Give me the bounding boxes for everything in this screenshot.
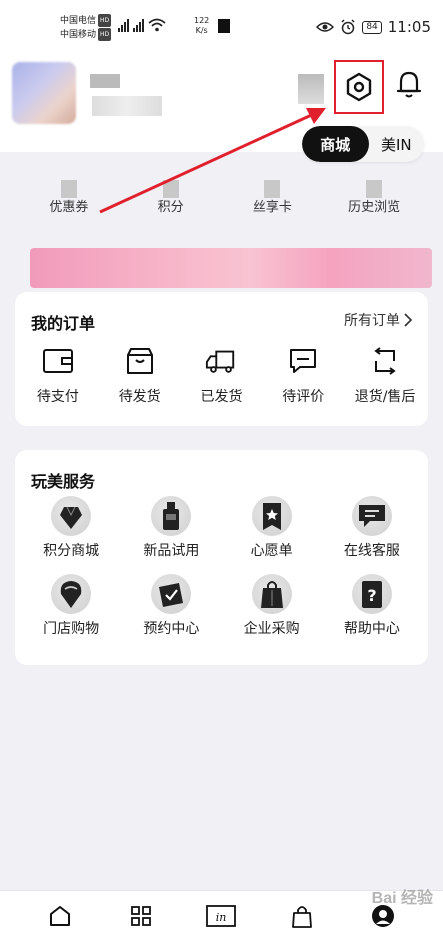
service-new-trial[interactable]: 新品试用 (121, 496, 221, 560)
carrier-info: 中国电信 HD 中国移动 HD (60, 14, 112, 42)
stats-row: 优惠券 积分 丝享卡 历史浏览 (0, 174, 443, 226)
right-status: 84 11:05 (316, 18, 431, 36)
nav-home[interactable] (38, 894, 82, 938)
in-icon: in (206, 904, 237, 927)
signal-icons (118, 18, 166, 32)
order-pending-payment[interactable]: 待支付 (18, 346, 98, 406)
svg-text:in: in (216, 911, 227, 924)
services-card: 玩美服务 积分商城 新品试用 心愿单 在线客服 门店购物 预约中心 企业采购 ?… (15, 450, 428, 665)
signal-2-icon (133, 19, 144, 32)
nav-cart[interactable] (280, 894, 324, 938)
order-status-row: 待支付 待发货 已发货 待评价 退货/售后 (15, 346, 428, 406)
watermark: Bai 经验 (371, 890, 433, 907)
avatar[interactable] (12, 62, 76, 124)
comment-icon (290, 349, 317, 373)
category-grid-icon (130, 905, 151, 926)
store-pin-icon (60, 581, 82, 608)
carrier-2: 中国移动 (60, 30, 97, 40)
carrier-1: 中国电信 (60, 16, 97, 26)
service-help-center[interactable]: ? 帮助中心 (322, 574, 422, 638)
services-title: 玩美服务 (31, 472, 96, 491)
wishlist-star-icon (262, 503, 281, 530)
appointment-icon (159, 583, 184, 607)
orders-title: 我的订单 (31, 314, 96, 333)
order-returns[interactable]: 退货/售后 (345, 346, 425, 406)
order-pending-ship[interactable]: 待发货 (100, 346, 180, 406)
service-store-shopping[interactable]: 门店购物 (21, 574, 121, 638)
orders-card: 我的订单 所有订单 待支付 待发货 已发货 待评价 退货/售后 (15, 292, 428, 426)
net-speed: 122 K/s (194, 16, 210, 35)
wifi-icon (148, 18, 166, 32)
all-orders-label: 所有订单 (344, 313, 400, 329)
stat-coupons[interactable]: 优惠券 (24, 174, 114, 226)
help-icon: ? (361, 581, 382, 608)
signal-1-icon (118, 19, 129, 32)
all-orders-link[interactable]: 所有订单 (344, 310, 412, 330)
nav-category[interactable] (119, 894, 163, 938)
mall-toggle: 商城 美IN (302, 126, 424, 162)
eye-icon (316, 22, 335, 32)
carrier-2-tag: HD (98, 28, 112, 41)
shopping-bag-icon (260, 581, 283, 608)
service-points-mall[interactable]: 积分商城 (21, 496, 121, 560)
return-icon (374, 347, 396, 375)
home-icon (50, 905, 71, 926)
promo-banner[interactable] (30, 248, 432, 288)
service-corporate-purchase[interactable]: 企业采购 (222, 574, 322, 638)
wallet-icon (42, 349, 73, 373)
box-icon (126, 348, 153, 374)
nav-in[interactable]: in (199, 894, 243, 938)
truck-icon (206, 350, 235, 373)
service-online-chat[interactable]: 在线客服 (322, 496, 422, 560)
svg-text:?: ? (367, 586, 376, 605)
username-blurred (90, 74, 120, 88)
user-level-blurred (92, 96, 162, 116)
status-bar: 中国电信 HD 中国移动 HD 122 K/s 84 11:05 (0, 0, 443, 52)
settings-hexagon-icon (346, 72, 372, 102)
service-grid: 积分商城 新品试用 心愿单 在线客服 门店购物 预约中心 企业采购 ? 帮助中心 (15, 496, 428, 638)
stat-label: 优惠券 (49, 200, 89, 215)
member-badge-blurred[interactable] (298, 74, 324, 104)
chat-service-icon (358, 505, 385, 527)
trial-bottle-icon (163, 502, 180, 530)
carrier-1-tag: HD (98, 14, 112, 27)
toggle-meiin[interactable]: 美IN (369, 126, 424, 162)
stat-label: 历史浏览 (348, 200, 401, 215)
points-mall-icon (60, 506, 83, 529)
service-appointment[interactable]: 预约中心 (121, 574, 221, 638)
chevron-right-icon (404, 313, 412, 327)
stat-history[interactable]: 历史浏览 (329, 174, 419, 226)
service-wishlist[interactable]: 心愿单 (222, 496, 322, 560)
clock: 11:05 (387, 18, 431, 36)
bell-icon (396, 71, 422, 98)
stat-label: 积分 (157, 200, 184, 215)
toggle-mall[interactable]: 商城 (302, 126, 369, 162)
notification-button[interactable] (392, 66, 426, 102)
stat-card[interactable]: 丝享卡 (227, 174, 317, 226)
battery-level: 84 (362, 20, 382, 34)
order-pending-review[interactable]: 待评价 (263, 346, 343, 406)
settings-button[interactable] (334, 60, 384, 114)
order-shipped[interactable]: 已发货 (181, 346, 261, 406)
sim-icon (218, 19, 230, 33)
cart-bag-icon (292, 905, 312, 928)
stat-points[interactable]: 积分 (126, 174, 216, 226)
alarm-icon (341, 19, 355, 35)
stat-label: 丝享卡 (252, 200, 292, 215)
